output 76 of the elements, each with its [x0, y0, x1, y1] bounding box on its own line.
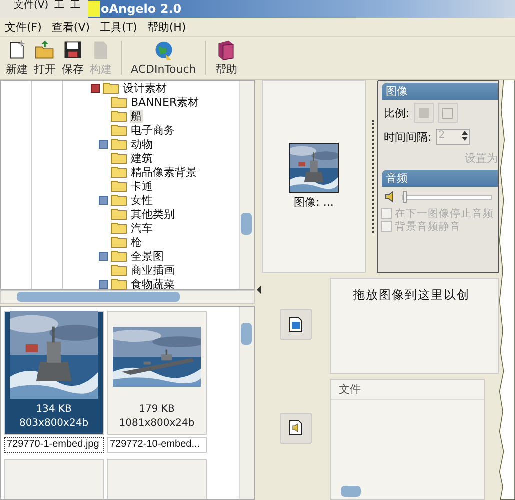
folder-icon [111, 96, 127, 108]
tree-item[interactable]: 其他类别 [130, 208, 176, 220]
slider-thumb[interactable] [403, 190, 407, 202]
scrollbar[interactable] [0, 290, 255, 304]
image-dimensions: 803x800x24b [19, 417, 89, 431]
drop-hint: 拖放图像到这里以创 [353, 287, 470, 304]
expand-icon[interactable] [99, 140, 108, 148]
toolbar-button[interactable]: ACDInTouch [128, 40, 200, 76]
folder-icon [111, 194, 127, 206]
tree-item[interactable]: BANNER素材 [130, 96, 200, 108]
folder-icon [111, 124, 127, 136]
scrollbar[interactable] [239, 81, 254, 289]
toolbar-button[interactable]: 保存 [59, 39, 87, 77]
expand-icon[interactable] [99, 252, 108, 260]
folder-icon [111, 236, 127, 248]
menu-item[interactable]: 文件(F) [5, 20, 42, 34]
tree-item[interactable]: 船 [130, 110, 143, 122]
folder-icon [111, 138, 127, 150]
folder-icon [103, 82, 119, 94]
column-header[interactable]: 文件 [331, 380, 484, 400]
checkbox-label: 背景音频静音 [395, 220, 461, 234]
tree-item[interactable]: 精品像素背景 [130, 166, 198, 178]
folder-icon [111, 180, 127, 192]
image-dimensions: 1081x800x24b [119, 417, 195, 431]
add-audio-button[interactable] [280, 412, 312, 444]
toolbar-button[interactable]: 打开 [31, 39, 59, 77]
tree-item[interactable]: 电子商务 [130, 124, 176, 136]
audio-file-icon [289, 420, 303, 436]
menu-item[interactable]: 工具(T) [100, 20, 138, 34]
thumbnail-card[interactable]: 179 KB 1081x800x24b [107, 311, 207, 435]
drop-area[interactable]: 拖放图像到这里以创 [330, 278, 499, 374]
section-header: 音频 [382, 170, 498, 187]
tree-item[interactable]: 卡通 [130, 180, 154, 192]
stretch-button[interactable] [438, 103, 458, 123]
folder-icon [111, 110, 127, 122]
tree-item[interactable]: 动物 [130, 138, 154, 150]
window-title: oAngelo 2.0 [100, 2, 182, 16]
folder-icon [111, 264, 127, 276]
checkbox-label: 在下一图像停止音频 [395, 206, 494, 220]
section-header: 图像 [382, 83, 498, 100]
file-name: 729772-10-embed... [107, 437, 207, 453]
menu-item[interactable]: 工 [70, 0, 81, 11]
expand-icon[interactable] [99, 196, 108, 204]
menu-item[interactable]: 工 [54, 0, 65, 11]
toolbar-button[interactable]: 帮助 [212, 39, 240, 77]
tree-item[interactable]: 汽车 [130, 222, 154, 234]
folder-icon [111, 250, 127, 262]
thumbnail-card[interactable]: 134 KB 803x800x24b [4, 311, 104, 435]
tree-item[interactable]: 女性 [130, 194, 154, 206]
folder-icon [34, 39, 56, 61]
folder-icon [111, 152, 127, 164]
image-file-icon [289, 316, 303, 333]
fit-button[interactable] [414, 103, 434, 123]
toolbar-button[interactable]: 新建 [3, 39, 31, 77]
tree-item[interactable]: 全景图 [130, 250, 165, 262]
folder-icon [111, 208, 127, 220]
interval-label: 时间间隔: [384, 130, 432, 144]
tree-item[interactable]: 设计素材 [122, 82, 168, 94]
file-name: 729770-1-embed.jpg [4, 437, 104, 453]
add-image-button[interactable] [280, 309, 312, 340]
app-icon [88, 1, 100, 17]
file-size: 134 KB [36, 403, 72, 417]
menu-item[interactable]: 帮助(H) [147, 20, 186, 34]
image-caption: 图像: ... [294, 195, 334, 210]
file-size: 179 KB [139, 403, 175, 417]
collapse-icon[interactable] [91, 84, 100, 92]
tree-item[interactable]: 枪 [130, 236, 143, 248]
tree-item[interactable]: 建筑 [130, 152, 154, 164]
scale-label: 比例: [384, 106, 410, 120]
folder-icon [111, 222, 127, 234]
expand-icon[interactable] [99, 280, 108, 288]
tree-item[interactable]: 食物蔬菜 [130, 278, 176, 290]
folder-icon [111, 166, 127, 178]
tree-item[interactable]: 商业插画 [130, 264, 176, 276]
menu-item[interactable]: 查看(V) [52, 20, 90, 34]
scrollbar[interactable] [239, 307, 254, 499]
